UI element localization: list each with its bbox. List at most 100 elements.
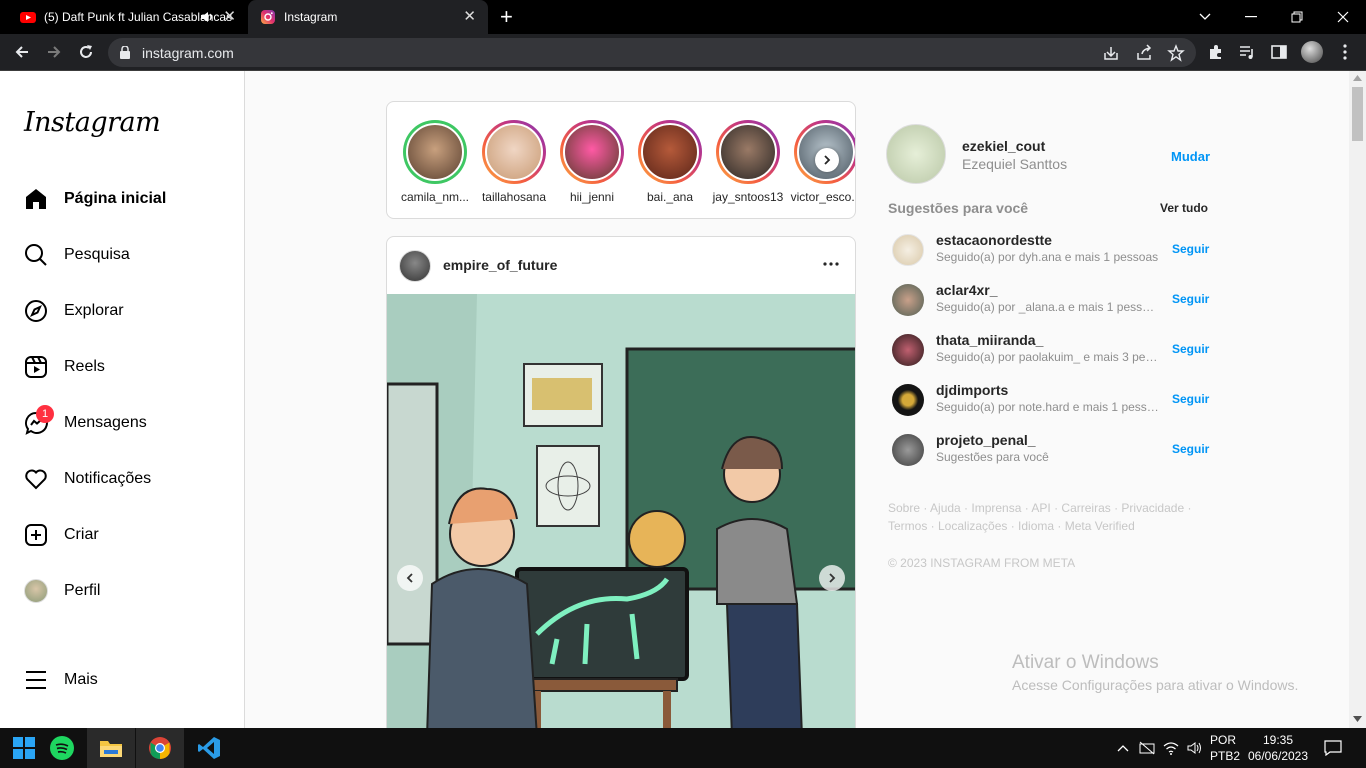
story-item[interactable]: bai._ana [634,120,706,204]
action-center-icon[interactable] [1320,728,1346,768]
my-full-name: Ezequiel Santtos [962,156,1068,172]
create-icon [25,524,47,546]
extensions-icon[interactable] [1207,43,1225,61]
spotify-icon [50,736,74,760]
close-window-button[interactable] [1320,0,1366,34]
sidebar-item-messages[interactable]: 1 Mensagens [24,405,224,438]
suggestion-username[interactable]: estacaonordestte [936,232,1052,248]
post-image[interactable] [387,294,855,735]
story-item[interactable]: jay_sntoos13 [712,120,784,204]
taskbar-vscode[interactable] [185,728,233,768]
share-icon[interactable] [1135,44,1153,62]
suggestion-avatar[interactable] [892,384,924,416]
suggestion-row: estacaonordestte Seguido(a) por dyh.ana … [888,228,1209,272]
story-item[interactable]: hii_jenni [556,120,628,204]
back-button[interactable] [10,40,34,64]
suggestion-avatar[interactable] [892,284,924,316]
install-icon[interactable] [1102,44,1120,62]
windows-logo-icon [13,737,35,759]
suggestion-username[interactable]: djdimports [936,382,1008,398]
taskbar-file-explorer[interactable] [87,728,135,768]
speaker-icon[interactable] [200,10,214,24]
instagram-logo[interactable]: Instagram [24,107,161,138]
chevron-right-icon [824,155,831,165]
see-all-button[interactable]: Ver tudo [1160,201,1208,215]
post-username[interactable]: empire_of_future [443,257,557,273]
reels-icon [25,356,47,378]
story-item[interactable]: taillahosana [478,120,550,204]
sidebar-item-home[interactable]: Página inicial [24,184,224,214]
follow-button[interactable]: Seguir [1172,342,1209,356]
profile-avatar [24,579,48,603]
bookmark-star-icon[interactable] [1167,44,1185,62]
my-profile-avatar[interactable] [886,124,946,184]
suggestion-username[interactable]: projeto_penal_ [936,432,1036,448]
suggestion-avatar[interactable] [892,334,924,366]
minimize-button[interactable] [1228,0,1274,34]
sidebar-item-search[interactable]: Pesquisa [24,240,224,270]
close-tab-icon[interactable]: ✕ [223,8,236,26]
sidebar-item-profile[interactable]: Perfil [24,576,224,606]
more-options-icon[interactable] [822,255,840,273]
media-control-icon[interactable] [1238,43,1256,61]
stories-tray: camila_nm... taillahosana hii_jenni bai.… [386,101,856,219]
switch-account-button[interactable]: Mudar [1171,149,1210,164]
previous-image-button[interactable] [397,565,423,591]
scroll-down-icon[interactable] [1353,716,1362,722]
tray-chevron-up-icon[interactable] [1113,728,1133,768]
sidebar-item-reels[interactable]: Reels [24,352,224,382]
side-panel-icon[interactable] [1270,43,1288,61]
new-tab-button[interactable]: + [500,6,513,28]
scroll-up-icon[interactable] [1353,75,1362,81]
sidebar-item-notifications[interactable]: Notificações [24,464,224,494]
follow-button[interactable]: Seguir [1172,392,1209,406]
post-author-avatar[interactable] [399,250,431,282]
footer-links[interactable]: Sobre · Ajuda · Imprensa · API · Carreir… [888,499,1208,517]
tab-title: Instagram [284,10,338,24]
tab-youtube[interactable]: (5) Daft Punk ft Julian Casablancas ✕ [8,0,248,34]
sidebar-item-more[interactable]: Mais [24,665,224,695]
follow-button[interactable]: Seguir [1172,242,1209,256]
sidebar-item-label: Mensagens [64,414,147,431]
url-text: instagram.com [142,45,234,61]
suggestion-avatar[interactable] [892,234,924,266]
tab-search-icon[interactable] [1182,0,1228,34]
tray-wifi-icon[interactable] [1161,728,1181,768]
taskbar-spotify[interactable] [38,728,86,768]
restore-button[interactable] [1274,0,1320,34]
taskbar-chrome[interactable] [136,728,184,768]
suggestion-subtitle: Sugestões para você [936,450,1049,464]
follow-button[interactable]: Seguir [1172,442,1209,456]
lock-icon[interactable] [120,46,130,59]
tab-instagram[interactable]: Instagram ✕ [248,0,488,34]
scroll-thumb[interactable] [1352,87,1363,141]
suggestion-username[interactable]: thata_miiranda_ [936,332,1043,348]
keyboard-layout: PTB2 [1210,749,1241,763]
forward-button[interactable] [42,40,66,64]
reload-button[interactable] [74,40,98,64]
suggestion-username[interactable]: aclar4xr_ [936,282,998,298]
story-item[interactable]: camila_nm... [399,120,471,204]
follow-button[interactable]: Seguir [1172,292,1209,306]
suggestion-avatar[interactable] [892,434,924,466]
tray-network-icon[interactable] [1137,728,1157,768]
tray-language[interactable]: POR PTB2 [1210,732,1242,764]
close-tab-icon[interactable]: ✕ [463,8,476,26]
page-scrollbar[interactable] [1349,71,1366,728]
next-image-button[interactable] [819,565,845,591]
sidebar-item-create[interactable]: Criar [24,520,224,550]
address-bar[interactable]: instagram.com [108,38,1196,67]
tray-clock[interactable]: 19:35 06/06/2023 [1246,732,1310,764]
story-username: bai._ana [646,190,694,204]
home-icon [26,189,46,209]
footer-links[interactable]: Termos · Localizações · Idioma · Meta Ve… [888,517,1208,535]
tray-volume-icon[interactable] [1185,728,1205,768]
chrome-menu-icon[interactable] [1336,43,1354,61]
story-username: taillahosana [481,190,547,204]
instagram-favicon-icon [261,10,275,24]
sidebar-item-explore[interactable]: Explorar [24,296,224,326]
profile-avatar[interactable] [1301,41,1323,63]
stories-next-button[interactable] [815,148,839,172]
notification-badge: 1 [36,405,54,423]
my-username[interactable]: ezekiel_cout [962,138,1045,154]
